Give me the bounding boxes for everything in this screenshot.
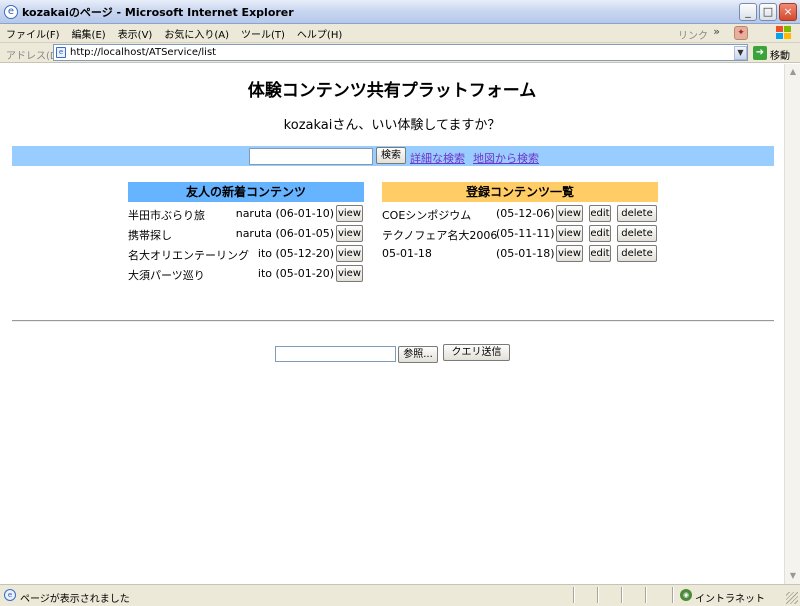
menu-help[interactable]: ヘルプ(H) [291, 26, 348, 41]
list-item: 05-01-18 (05-01-18) view edit delete [382, 244, 658, 264]
view-button[interactable]: view [556, 225, 583, 242]
content-meta: ito (05-01-20) [257, 267, 334, 280]
address-dropdown-icon[interactable]: ▼ [734, 46, 747, 60]
toolbar-tool-icon[interactable]: ✦ [734, 26, 748, 40]
page-title: 体験コンテンツ共有プラットフォーム [247, 81, 537, 101]
friends-contents-header: 友人の新着コンテンツ [128, 182, 364, 202]
edit-button[interactable]: edit [589, 205, 611, 222]
status-separator [645, 587, 647, 603]
search-button[interactable]: 検索 [376, 147, 406, 164]
content-date: (05-01-18) [496, 247, 555, 260]
minimize-button[interactable]: _ [739, 3, 757, 21]
list-item: 名大オリエンテーリング ito (05-12-20) view [128, 244, 364, 264]
list-item: COEシンポジウム (05-12-06) view edit delete [382, 204, 658, 224]
vertical-scrollbar[interactable]: ▲ ▼ [784, 64, 800, 584]
menu-tools[interactable]: ツール(T) [235, 26, 291, 41]
delete-button[interactable]: delete [617, 225, 657, 242]
address-bar: アドレス(D) http://localhost/ATService/list … [0, 43, 800, 63]
status-text: ページが表示されました [20, 594, 130, 605]
page-loaded-icon: e [4, 589, 16, 601]
menu-bar: ファイル(F) 編集(E) 表示(V) お気に入り(A) ツール(T) ヘルプ(… [0, 24, 800, 43]
page-viewport: 体験コンテンツ共有プラットフォーム kozakaiさん、いい体験してますか？ 検… [0, 64, 784, 584]
go-arrow-icon[interactable]: ➜ [753, 46, 767, 60]
content-meta: naruta (06-01-10) [235, 207, 334, 220]
view-button[interactable]: view [556, 245, 583, 262]
windows-logo-icon [774, 25, 792, 41]
map-search-link[interactable]: 地図から検索 [473, 150, 539, 166]
edit-button[interactable]: edit [589, 225, 611, 242]
content-title: 名大オリエンテーリング [128, 249, 249, 262]
content-title: 大須パーツ巡り [128, 269, 205, 282]
view-button[interactable]: view [336, 225, 363, 242]
page-icon: e [56, 47, 66, 58]
scroll-down-icon[interactable]: ▼ [786, 569, 800, 583]
view-button[interactable]: view [336, 205, 363, 222]
resize-grip-icon[interactable] [786, 592, 798, 604]
ie-icon: e [4, 4, 18, 19]
content-title: 半田市ぶらり旅 [128, 209, 205, 222]
menu-file[interactable]: ファイル(F) [0, 26, 66, 41]
list-item: 半田市ぶらり旅 naruta (06-01-10) view [128, 204, 364, 224]
window-controls: _ □ × [739, 3, 797, 21]
intranet-zone-icon: ◉ [680, 589, 692, 601]
status-separator [621, 587, 623, 603]
content-meta: ito (05-12-20) [257, 247, 334, 260]
edit-button[interactable]: edit [589, 245, 611, 262]
links-label[interactable]: リンク [678, 27, 708, 42]
address-input[interactable]: http://localhost/ATService/list [53, 44, 748, 61]
security-zone-text: イントラネット [695, 594, 765, 605]
view-button[interactable]: view [336, 265, 363, 282]
file-path-input[interactable] [275, 346, 396, 362]
menu-view[interactable]: 表示(V) [112, 26, 159, 41]
content-title: 携帯探し [128, 229, 172, 242]
registered-contents-header: 登録コンテンツ一覧 [382, 182, 658, 202]
delete-button[interactable]: delete [617, 245, 657, 262]
content-meta: naruta (06-01-05) [235, 227, 334, 240]
go-button[interactable]: 移動 [770, 47, 790, 62]
greeting-text: kozakaiさん、いい体験してますか？ [283, 118, 501, 133]
view-button[interactable]: view [336, 245, 363, 262]
submit-query-button[interactable]: クエリ送信 [443, 344, 510, 361]
title-bar: e kozakaiのページ - Microsoft Internet Explo… [0, 0, 800, 24]
window-title: kozakaiのページ - Microsoft Internet Explore… [22, 5, 294, 19]
content-title: COEシンポジウム [382, 209, 472, 222]
scroll-up-icon[interactable]: ▲ [786, 65, 800, 79]
browse-button[interactable]: 参照... [398, 346, 438, 363]
content-date: (05-12-06) [496, 207, 555, 220]
status-separator [597, 587, 599, 603]
search-input[interactable] [249, 148, 373, 165]
advanced-search-link[interactable]: 詳細な検索 [410, 150, 465, 166]
status-separator [573, 587, 575, 603]
content-date: (05-11-11) [496, 227, 555, 240]
links-chevron-icon[interactable]: » [713, 25, 720, 38]
menu-favorites[interactable]: お気に入り(A) [158, 26, 235, 41]
section-divider [12, 320, 774, 322]
list-item: 大須パーツ巡り ito (05-01-20) view [128, 264, 364, 284]
list-item: テクノフェア名大2006 (05-11-11) view edit delete [382, 224, 658, 244]
content-title: 05-01-18 [382, 247, 432, 260]
menu-edit[interactable]: 編集(E) [66, 26, 112, 41]
status-bar: e ページが表示されました ◉ イントラネット [0, 584, 800, 606]
list-item: 携帯探し naruta (06-01-05) view [128, 224, 364, 244]
close-button[interactable]: × [779, 3, 797, 21]
delete-button[interactable]: delete [617, 205, 657, 222]
content-title: テクノフェア名大2006 [382, 229, 498, 242]
status-separator [672, 587, 674, 603]
search-bar: 検索 詳細な検索 地図から検索 [12, 146, 774, 166]
maximize-button[interactable]: □ [759, 3, 777, 21]
view-button[interactable]: view [556, 205, 583, 222]
